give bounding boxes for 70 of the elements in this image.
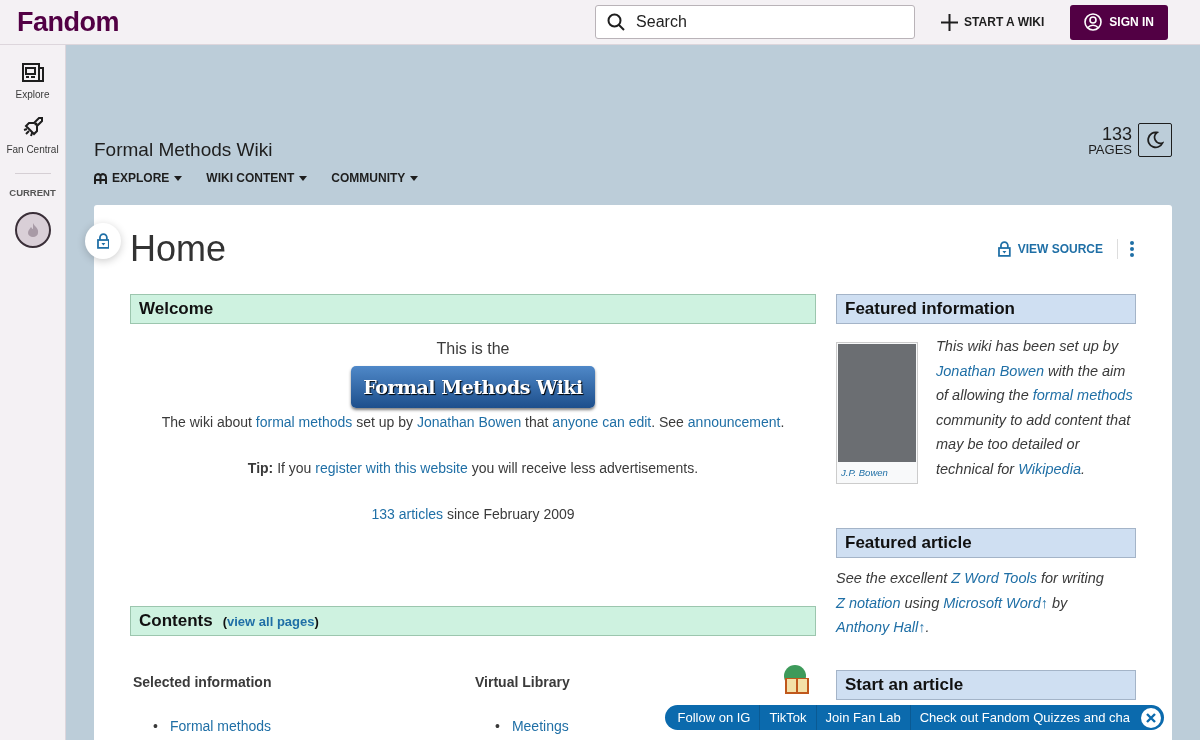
sidebar-item[interactable]: Fan Central xyxy=(4,116,61,155)
list-link[interactable]: Formal methods xyxy=(169,718,272,734)
plus-icon xyxy=(941,13,959,31)
paragraph: This wiki has been set up by Jonathan Bowen with the aim of allowing the formal methods community to add content that may be too detailed or technical for Wikipedia. xyxy=(936,337,1134,479)
column-title: Selected information xyxy=(133,674,272,690)
newspaper-icon xyxy=(21,63,44,83)
text-link[interactable]: Wikipedia xyxy=(1018,460,1081,477)
column-title: Virtual Library xyxy=(475,674,570,690)
text-link[interactable]: register with this website xyxy=(315,460,468,476)
sidebar-item[interactable]: Explore xyxy=(4,63,61,100)
flame-icon xyxy=(26,223,39,237)
nav-menu[interactable]: COMMUNITY xyxy=(331,171,419,185)
caret-icon xyxy=(299,175,308,181)
wiki-banner: Formal Methods Wiki xyxy=(351,366,595,408)
social-link[interactable]: Join Fan Lab xyxy=(815,705,910,730)
fandom-logo[interactable]: Fandom xyxy=(17,6,119,38)
rocket-icon xyxy=(21,116,44,138)
view-source-button[interactable]: VIEW SOURCE xyxy=(997,240,1103,257)
text-link[interactable]: view all pages xyxy=(227,613,315,629)
text-link[interactable]: Jonathan Bowen xyxy=(936,362,1045,379)
close-button[interactable] xyxy=(1141,707,1161,728)
text-link[interactable]: Microsoft Word↑ xyxy=(943,594,1048,611)
page-count: 133 xyxy=(1101,124,1132,143)
section-title: Start an article xyxy=(845,674,964,695)
kebab-icon xyxy=(1130,240,1134,257)
theme-toggle-button[interactable] xyxy=(1138,123,1172,157)
page-title: Home xyxy=(130,227,227,270)
user-icon xyxy=(1084,13,1103,31)
protection-button[interactable] xyxy=(85,223,121,259)
moon-icon xyxy=(1146,131,1164,149)
nav-menu[interactable]: EXPLORE xyxy=(94,171,183,185)
social-link[interactable]: Check out Fandom Quizzes and cha xyxy=(909,705,1139,730)
current-label: CURRENT xyxy=(9,187,56,198)
text-link[interactable]: Anthony Hall↑ xyxy=(836,619,926,635)
text-link[interactable]: 133 articles xyxy=(371,506,444,522)
close-icon xyxy=(1146,712,1156,723)
text-link[interactable]: Z notation xyxy=(836,594,901,611)
lock-icon xyxy=(997,240,1011,257)
section-title: Featured article xyxy=(845,533,972,553)
text-link[interactable]: formal methods xyxy=(255,414,353,430)
social-link[interactable]: Follow on IG xyxy=(665,705,760,730)
list-link[interactable]: Meetings xyxy=(511,718,569,734)
pages-label: PAGES xyxy=(1088,142,1132,156)
social-link[interactable]: TikTok xyxy=(759,705,816,730)
current-wiki-button[interactable] xyxy=(14,212,51,248)
text-link[interactable]: Z Word Tools xyxy=(951,570,1037,586)
sign-in-button[interactable]: SIGN IN xyxy=(1070,4,1168,40)
section-title: Welcome xyxy=(139,299,214,319)
nav-menu[interactable]: WIKI CONTENT xyxy=(206,171,308,185)
start-wiki-button[interactable]: START A WIKI xyxy=(937,9,1049,35)
lock-icon xyxy=(96,233,110,249)
paragraph: Tip: If you register with this website you will receive less advertisements. xyxy=(247,460,699,476)
paragraph: The wiki about formal methods set up by Jonathan Bowen that anyone can edit. See announcement. xyxy=(161,414,785,430)
photo-caption: J.P. Bowen xyxy=(840,466,889,480)
search-field[interactable]: Search xyxy=(595,5,916,39)
more-options-button[interactable] xyxy=(1128,238,1136,259)
paragraph: See the excellent Z Word Tools for writing Z notation using Microsoft Word↑ by Anthony Hall↑. xyxy=(836,569,1105,637)
text-link[interactable]: Jonathan Bowen xyxy=(416,414,522,430)
caret-icon xyxy=(410,175,419,181)
caret-icon xyxy=(174,175,183,181)
text-link[interactable]: formal methods xyxy=(1032,387,1133,403)
intro-text: This is the xyxy=(436,340,510,358)
wiki-title: Formal Methods Wiki xyxy=(94,139,274,161)
map-icon xyxy=(94,172,107,184)
paragraph: 133 articles since February 2009 xyxy=(371,506,575,522)
bullet: • xyxy=(153,718,158,734)
section-title: Contents xyxy=(139,611,213,631)
bullet: • xyxy=(495,718,500,734)
view-all-note: (view all pages) xyxy=(222,613,319,629)
section-title: Featured information xyxy=(845,299,1015,319)
